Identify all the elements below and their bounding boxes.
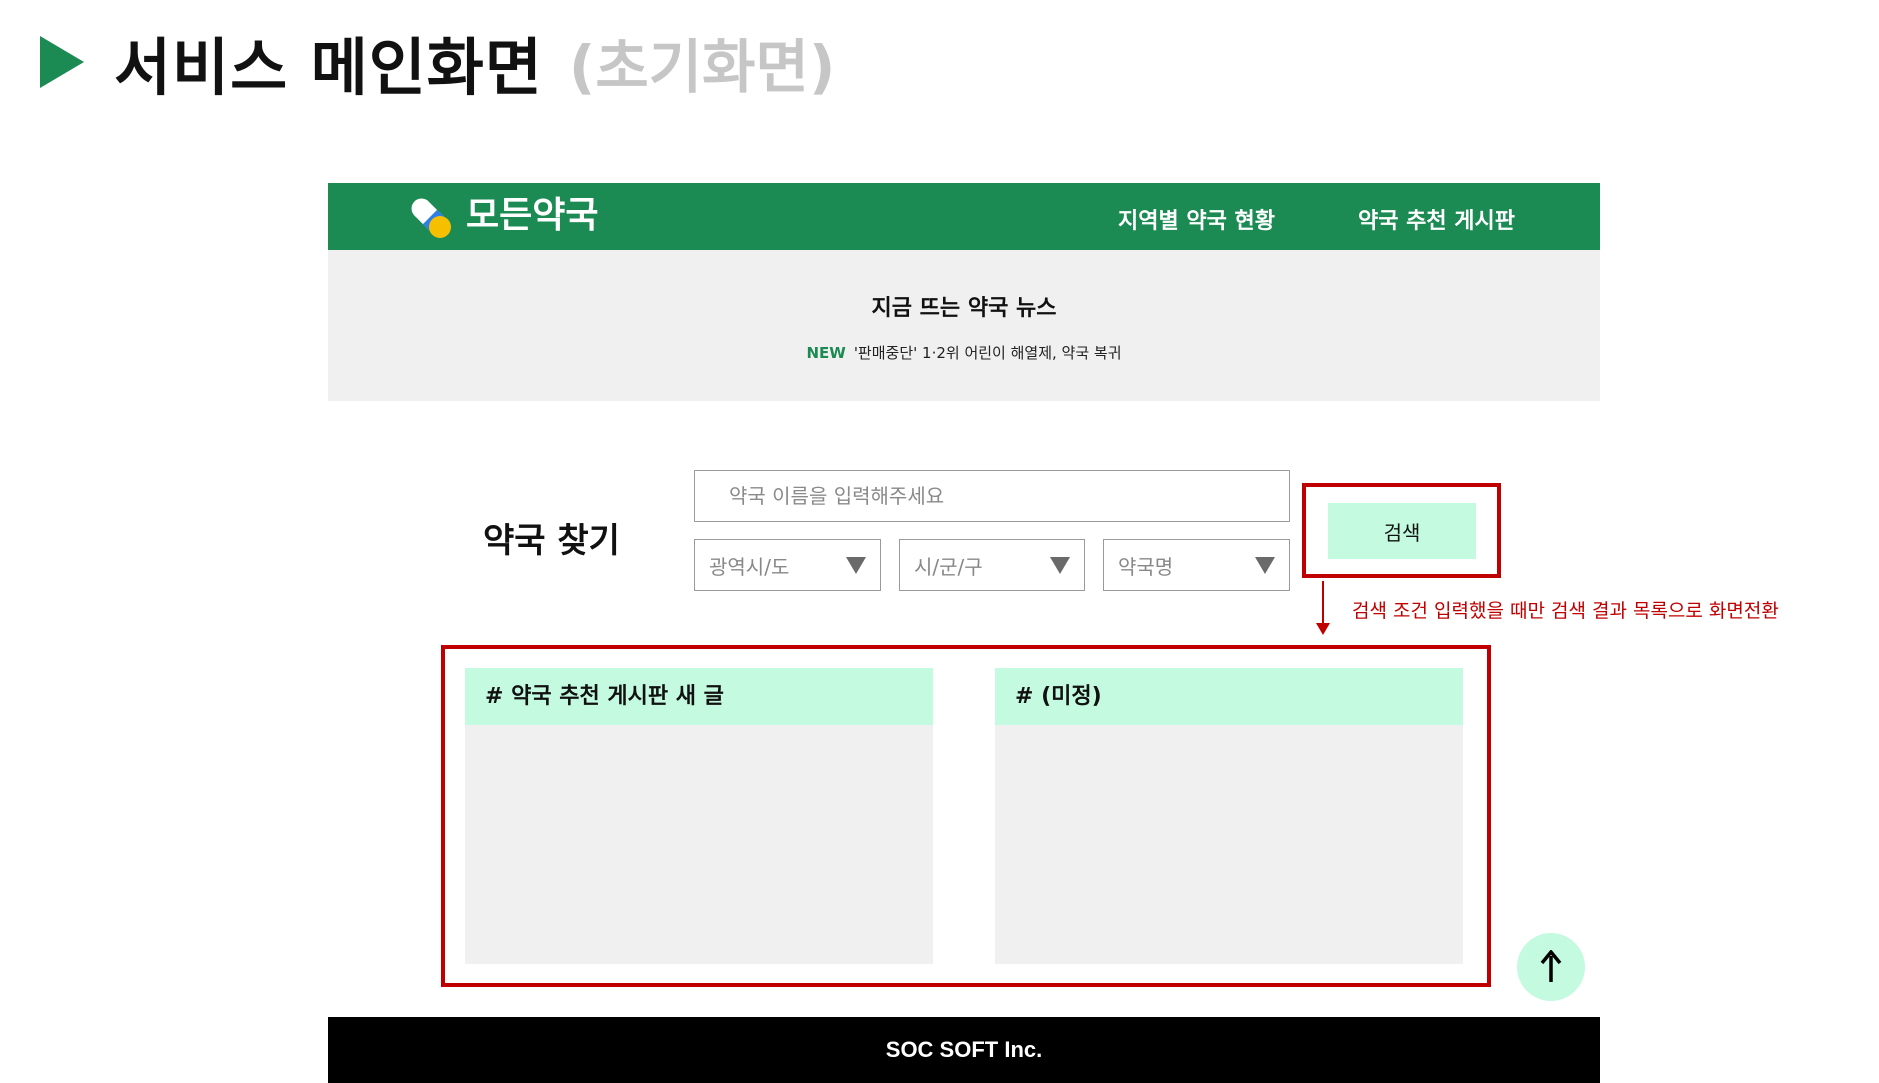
district-select-value: 시/군/구: [914, 554, 983, 579]
region-select[interactable]: 광역시/도: [694, 539, 881, 591]
news-item[interactable]: NEW '판매중단' 1·2위 어린이 해열제, 약국 복귀: [328, 342, 1600, 363]
page-subtitle: (초기화면): [568, 33, 836, 101]
news-title: 지금 뜨는 약국 뉴스: [871, 296, 1057, 321]
board-header[interactable]: # 약국 추천 게시판 새 글: [465, 668, 933, 725]
nav-link-recommend-board[interactable]: 약국 추천 게시판: [1358, 203, 1515, 235]
annotation-arrow-head: [1316, 623, 1330, 635]
top-nav: 모든약국 지역별 약국 현황 약국 추천 게시판: [328, 183, 1600, 250]
nav-link-regional-status[interactable]: 지역별 약국 현황: [1118, 203, 1275, 235]
slide-title: 서비스 메인화면 (초기화면): [40, 22, 836, 104]
pill-capsule-icon[interactable]: [404, 191, 456, 243]
pharmacy-name-select[interactable]: 약국명: [1103, 539, 1290, 591]
brand-logo-text[interactable]: 모든약국: [466, 191, 598, 241]
caret-down-icon: [846, 556, 866, 574]
pharmacy-name-select-value: 약국명: [1118, 554, 1174, 579]
caret-down-icon: [1255, 556, 1275, 574]
news-banner: 지금 뜨는 약국 뉴스 NEW '판매중단' 1·2위 어린이 해열제, 약국 복…: [328, 250, 1600, 401]
new-badge: NEW: [806, 344, 846, 362]
news-headline[interactable]: '판매중단' 1·2위 어린이 해열제, 약국 복귀: [854, 344, 1122, 362]
footer: SOC SOFT Inc.: [328, 1017, 1600, 1083]
board-recommend-new-posts: # 약국 추천 게시판 새 글: [465, 668, 933, 964]
play-triangle-icon: [40, 36, 84, 88]
arrow-up-icon: [1540, 950, 1562, 982]
find-pharmacy-label: 약국 찾기: [483, 521, 620, 561]
district-select[interactable]: 시/군/구: [899, 539, 1085, 591]
board-header[interactable]: # (미정): [995, 668, 1463, 725]
annotation-note: 검색 조건 입력했을 때만 검색 결과 목록으로 화면전환: [1352, 600, 1779, 622]
page-title: 서비스 메인화면: [114, 31, 543, 104]
board-undecided: # (미정): [995, 668, 1463, 964]
pharmacy-search-input[interactable]: [694, 470, 1290, 522]
scroll-top-button[interactable]: [1517, 933, 1585, 1001]
search-button[interactable]: 검색: [1328, 503, 1476, 559]
site-mockup: 모든약국 지역별 약국 현황 약국 추천 게시판 지금 뜨는 약국 뉴스 NEW…: [328, 183, 1779, 1083]
annotation-connector: [1322, 581, 1324, 625]
caret-down-icon: [1050, 556, 1070, 574]
region-select-value: 광역시/도: [709, 554, 790, 579]
